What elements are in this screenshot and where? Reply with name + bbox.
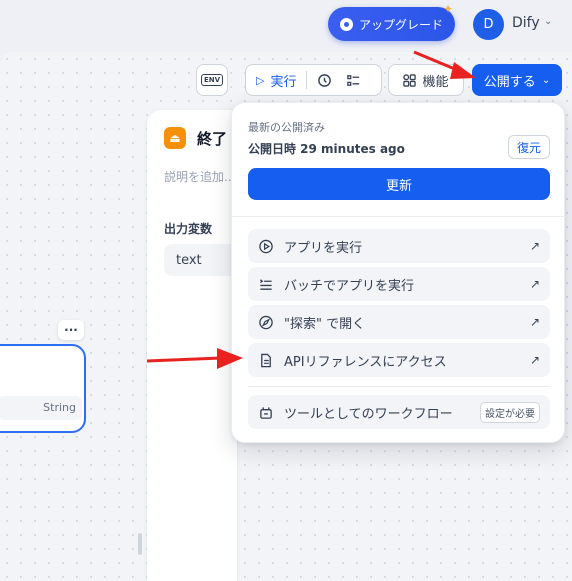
play-icon[interactable]: ▷ bbox=[256, 74, 264, 87]
toolbox-icon bbox=[260, 406, 272, 419]
annotation-arrow-publish bbox=[413, 50, 476, 79]
annotation-arrow-api bbox=[146, 348, 243, 369]
menu-item-label: APIリファレンスにアクセス bbox=[284, 354, 447, 370]
node-variable-row: String bbox=[0, 396, 82, 420]
divider bbox=[248, 386, 550, 387]
menu-item-run-app[interactable]: アプリを実行 ↗ bbox=[248, 229, 550, 263]
end-node-title[interactable]: 終了 bbox=[197, 128, 227, 149]
external-link-icon: ↗ bbox=[529, 277, 540, 291]
menu-item-label: ツールとしてのワークフロー bbox=[284, 406, 453, 422]
latest-published-label: 最新の公開済み bbox=[248, 121, 325, 134]
run-toolbar: ▷ 実行 bbox=[245, 64, 382, 96]
divider bbox=[232, 216, 566, 217]
menu-item-label: バッチでアプリを実行 bbox=[284, 278, 415, 294]
menu-item-open-explore[interactable]: "探索" で開く ↗ bbox=[248, 305, 550, 339]
workflow-node-selected[interactable]: String bbox=[0, 344, 86, 433]
config-required-badge: 設定が必要 bbox=[480, 401, 540, 423]
menu-item-api-reference[interactable]: APIリファレンスにアクセス ↗ bbox=[248, 343, 550, 377]
external-link-icon: ↗ bbox=[529, 239, 540, 253]
batch-list-icon bbox=[259, 278, 272, 290]
publish-button[interactable]: 公開する ⌄ bbox=[472, 64, 562, 96]
chevron-down-icon: ⌄ bbox=[541, 74, 551, 86]
upgrade-label: アップグレード bbox=[358, 17, 443, 32]
menu-item-label: "探索" で開く bbox=[284, 316, 366, 332]
external-link-icon: ↗ bbox=[529, 353, 540, 367]
top-bar: アップグレード ✦ D Dify ⌄ bbox=[0, 0, 572, 52]
output-vars-label: 出力変数 bbox=[164, 222, 213, 236]
panel-resize-handle[interactable] bbox=[138, 533, 142, 555]
user-name[interactable]: Dify bbox=[512, 15, 540, 31]
history-icon[interactable] bbox=[317, 73, 332, 88]
play-circle-icon bbox=[259, 239, 273, 253]
file-text-icon bbox=[261, 353, 271, 367]
menu-item-label: アプリを実行 bbox=[284, 240, 363, 256]
env-icon: ENV bbox=[200, 74, 224, 86]
menu-item-tool-workflow[interactable]: ツールとしてのワークフロー 設定が必要 bbox=[248, 395, 550, 429]
external-link-icon: ↗ bbox=[529, 315, 540, 329]
sparkle-icon: ✦ bbox=[443, 2, 454, 16]
chevron-down-icon[interactable]: ⌄ bbox=[544, 16, 552, 27]
description-input[interactable]: 説明を追加... bbox=[164, 168, 235, 185]
node-more-button[interactable]: ··· bbox=[58, 320, 84, 340]
published-time: 公開日時 29 minutes ago bbox=[248, 142, 405, 156]
toolbar-divider bbox=[306, 71, 308, 89]
env-button[interactable]: ENV bbox=[196, 64, 228, 96]
checklist-icon[interactable] bbox=[346, 73, 361, 88]
update-button[interactable]: 更新 bbox=[248, 168, 550, 200]
end-node-icon: ⏏ bbox=[164, 127, 186, 149]
upgrade-icon bbox=[339, 17, 353, 31]
avatar[interactable]: D bbox=[473, 9, 504, 40]
output-var-name: text bbox=[176, 253, 202, 268]
compass-icon bbox=[259, 315, 273, 329]
publish-dropdown: 最新の公開済み 公開日時 29 minutes ago 復元 更新 アプリを実行… bbox=[231, 102, 566, 443]
publish-label: 公開する bbox=[483, 74, 536, 90]
var-type-label: String bbox=[43, 401, 76, 414]
upgrade-button[interactable]: アップグレード bbox=[328, 7, 455, 41]
restore-button[interactable]: 復元 bbox=[508, 135, 550, 159]
menu-item-batch-run[interactable]: バッチでアプリを実行 ↗ bbox=[248, 267, 550, 301]
run-button[interactable]: 実行 bbox=[270, 71, 296, 90]
